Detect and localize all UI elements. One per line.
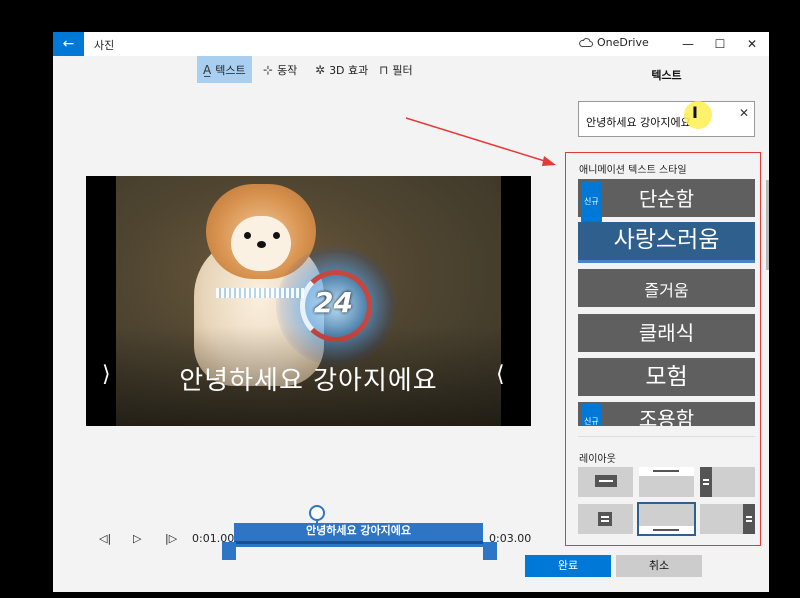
dog-eye-right (273, 232, 280, 239)
video-preview[interactable]: 24 ⟩ 안녕하세요 강아지에요 ⟨ (86, 176, 531, 426)
tab-text-label: 텍스트 (215, 63, 246, 77)
playhead-stem (316, 521, 318, 526)
end-trim-handle[interactable] (483, 542, 497, 560)
track-base (234, 544, 483, 547)
tab-3d-effects-label: 3D 효과 (329, 63, 369, 77)
done-button[interactable]: 완료 (525, 555, 611, 577)
counter-number: 24 (314, 286, 353, 319)
dog-nose (257, 241, 266, 248)
previous-frame-icon[interactable]: ◁| (99, 532, 111, 545)
back-button[interactable]: ← (53, 32, 84, 56)
filter-icon: ⊓ (379, 62, 389, 77)
overlay-title-text: 안녕하세요 강아지에요 (179, 366, 438, 396)
cancel-button[interactable]: 취소 (616, 555, 702, 577)
panel-title: 텍스트 (651, 69, 682, 82)
cursor-highlight (684, 101, 712, 129)
onedrive-status[interactable]: OneDrive (579, 36, 649, 49)
annotation-highlight-box (565, 152, 761, 546)
minimize-button[interactable]: — (671, 32, 705, 56)
tab-filters[interactable]: ⊓ 필터 (373, 56, 419, 83)
tab-filters-label: 필터 (392, 63, 413, 77)
text-cursor-icon: I (692, 103, 698, 122)
text-input[interactable] (578, 101, 755, 137)
burst-right-icon: ⟨ (496, 362, 505, 387)
maximize-button[interactable]: ☐ (703, 32, 737, 56)
energy-bar-effect (216, 288, 306, 298)
playhead-handle[interactable] (309, 505, 325, 521)
tab-text[interactable]: A̲ 텍스트 (197, 56, 252, 83)
next-frame-icon[interactable]: |▷ (165, 532, 177, 545)
tab-3d-effects[interactable]: ✲ 3D 효과 (309, 56, 374, 83)
app-title: 사진 (94, 39, 115, 52)
close-button[interactable]: ✕ (735, 32, 769, 56)
effects-icon: ✲ (315, 62, 326, 77)
back-arrow-icon: ← (62, 36, 75, 52)
play-icon[interactable]: ▷ (133, 532, 141, 545)
text-clip-track[interactable]: 안녕하세요 강아지에요 (234, 523, 483, 543)
cloud-icon (579, 38, 593, 47)
title-bar: ← 사진 OneDrive — ☐ ✕ (53, 32, 769, 56)
tab-motion-label: 동작 (277, 63, 298, 77)
motion-icon: ⊹ (263, 62, 274, 77)
onedrive-label: OneDrive (597, 36, 649, 49)
text-icon: A̲ (203, 62, 212, 77)
tab-motion[interactable]: ⊹ 동작 (257, 56, 303, 83)
start-trim-handle[interactable] (222, 542, 236, 560)
dog-eye-left (244, 232, 251, 239)
editor-area: A̲ 텍스트 ⊹ 동작 ✲ 3D 효과 ⊓ 필터 24 ⟩ 안녕하세요 강아지에… (53, 56, 564, 592)
clear-text-icon[interactable]: ✕ (739, 106, 749, 120)
panel-scrollbar[interactable] (766, 180, 769, 270)
